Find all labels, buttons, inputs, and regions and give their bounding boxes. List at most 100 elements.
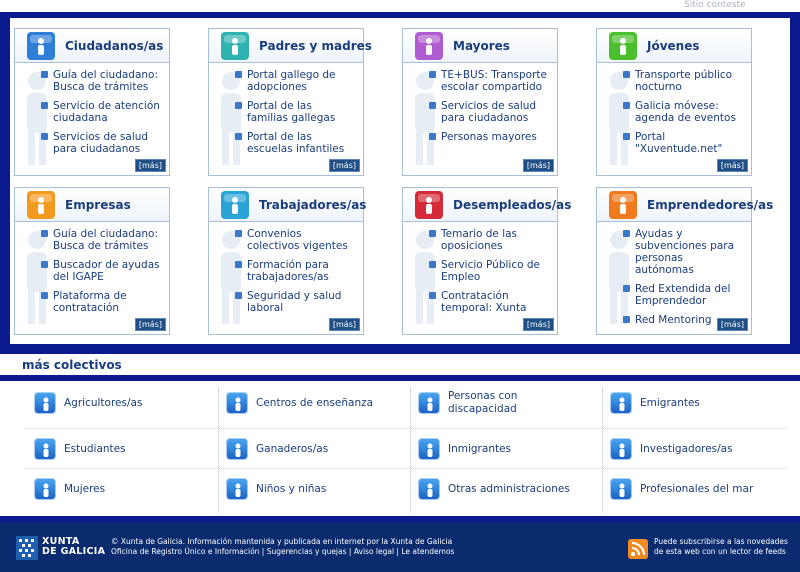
researcher-icon [610, 438, 632, 460]
collective-link[interactable]: Personas con discapacidad [418, 388, 598, 424]
card-link[interactable]: Buscador de ayudas del IGAPE [41, 259, 161, 283]
more-button[interactable]: [más] [716, 318, 748, 331]
card-link[interactable]: Personas mayores [429, 131, 549, 143]
card-title[interactable]: Jóvenes [647, 39, 700, 53]
card-title[interactable]: Desempleados/as [453, 198, 571, 212]
card-title[interactable]: Mayores [453, 39, 510, 53]
unemployed-icon[interactable] [415, 191, 443, 219]
card-link-label: Formación para trabajadores/as [247, 259, 329, 283]
card-title[interactable]: Empresas [65, 198, 131, 212]
more-button[interactable]: [más] [328, 159, 360, 172]
collective-label: Ganaderos/as [256, 443, 329, 455]
collective-link[interactable]: Estudiantes [34, 434, 214, 470]
card-title[interactable]: Emprendedores/as [647, 198, 773, 212]
accessibility-icon [418, 392, 440, 414]
more-button[interactable]: [más] [134, 159, 166, 172]
footer: XUNTA DE GALICIA © Xunta de Galicia. Inf… [0, 522, 800, 572]
card-link[interactable]: Red Extendida del Emprendedor [623, 283, 743, 307]
card-link[interactable]: Plataforma de contratación [41, 290, 161, 314]
collective-link[interactable]: Inmigrantes [418, 434, 598, 470]
card-link-label: Servicio Público de Empleo [441, 259, 540, 283]
collective-link[interactable]: Centros de enseñanza [226, 388, 406, 424]
bullet-icon [623, 71, 630, 78]
card-link[interactable]: Transporte público nocturno [623, 69, 743, 93]
card-link[interactable]: TE+BUS: Transporte escolar compartido [429, 69, 549, 93]
collective-label: Centros de enseñanza [256, 397, 374, 409]
more-button[interactable]: [más] [716, 159, 748, 172]
card-links: Guía del ciudadano: Busca de trámites Ser… [41, 69, 161, 162]
card-links: Portal gallego de adopciones Portal de la… [235, 69, 355, 162]
card-link[interactable]: Contratación temporal: Xunta [429, 290, 549, 314]
collective-link[interactable]: Ganaderos/as [226, 434, 406, 470]
rss-subscribe-text[interactable]: Puede subscribirse a las novedades de es… [654, 537, 788, 556]
collective-link[interactable]: Mujeres [34, 474, 214, 510]
card-title[interactable]: Ciudadanos/as [65, 39, 163, 53]
school-icon [226, 392, 248, 414]
elderly-icon[interactable] [415, 32, 443, 60]
card-ciudadanos: Ciudadanos/as Guía del ciudadano: Busca d… [14, 28, 170, 176]
card-link[interactable]: Guía del ciudadano: Busca de trámites [41, 69, 161, 93]
rss-icon[interactable] [628, 539, 648, 559]
card-link[interactable]: Portal gallego de adopciones [235, 69, 355, 93]
card-link-label: Contratación temporal: Xunta [441, 290, 527, 314]
card-link[interactable]: Convenios colectivos vigentes [235, 228, 355, 252]
more-button[interactable]: [más] [134, 318, 166, 331]
business-icon[interactable] [27, 191, 55, 219]
footer-links[interactable]: Oficina de Registro Único e Información … [111, 547, 454, 557]
bullet-icon [623, 230, 630, 237]
card-link[interactable]: Portal "Xuventude.net" [623, 131, 743, 155]
search-hint: Sitio conteste [684, 0, 746, 10]
card-link[interactable]: Galicia móvese: agenda de eventos [623, 100, 743, 124]
card-link-label: Portal de las familias gallegas [247, 100, 336, 124]
bullet-icon [235, 102, 242, 109]
card-link[interactable]: Servicio de atención ciudadana [41, 100, 161, 124]
card-links: TE+BUS: Transporte escolar compartido Ser… [429, 69, 549, 150]
collective-link[interactable]: Otras administraciones [418, 474, 598, 510]
collective-link[interactable]: Emigrantes [610, 388, 790, 424]
collective-label: Niños y niñas [256, 483, 327, 495]
bullet-icon [235, 292, 242, 299]
entrepreneurs-icon[interactable] [609, 191, 637, 219]
bullet-icon [41, 261, 48, 268]
collective-link[interactable]: Agricultores/as [34, 388, 214, 424]
more-button[interactable]: [más] [328, 318, 360, 331]
card-link[interactable]: Formación para trabajadores/as [235, 259, 355, 283]
youth-icon[interactable] [609, 32, 637, 60]
card-link-label: Portal "Xuventude.net" [635, 131, 723, 155]
more-button[interactable]: [más] [522, 159, 554, 172]
card-link-label: Transporte público nocturno [635, 69, 733, 93]
collective-link[interactable]: Niños y niñas [226, 474, 406, 510]
collectives-frame [0, 375, 800, 381]
card-link[interactable]: Servicios de salud para ciudadanos [429, 100, 549, 124]
card-link[interactable]: Ayudas y subvenciones para personas autó… [623, 228, 743, 276]
bullet-icon [429, 102, 436, 109]
column-divider [218, 388, 219, 514]
collectives-grid: Agricultores/as Centros de enseñanza Perso… [12, 384, 788, 516]
card-links: Temario de las oposiciones Servicio Públi… [429, 228, 549, 321]
card-link[interactable]: Portal de las familias gallegas [235, 100, 355, 124]
globe-icon [610, 392, 632, 414]
card-link[interactable]: Temario de las oposiciones [429, 228, 549, 252]
card-links: Transporte público nocturno Galicia móves… [623, 69, 743, 162]
citizens-icon[interactable] [27, 32, 55, 60]
collective-link[interactable]: Profesionales del mar [610, 474, 790, 510]
bullet-icon [429, 133, 436, 140]
card-title[interactable]: Trabajadores/as [259, 198, 366, 212]
card-link[interactable]: Seguridad y salud laboral [235, 290, 355, 314]
card-link[interactable]: Servicios de salud para ciudadanos [41, 131, 161, 155]
more-button[interactable]: [más] [522, 318, 554, 331]
card-link-label: Guía del ciudadano: Busca de trámites [53, 69, 159, 93]
workers-icon[interactable] [221, 191, 249, 219]
bullet-icon [41, 71, 48, 78]
collective-label: Personas con discapacidad [448, 390, 518, 415]
card-link[interactable]: Portal de las escuelas infantiles [235, 131, 355, 155]
collective-link[interactable]: Investigadores/as [610, 434, 790, 470]
card-link[interactable]: Guía del ciudadano: Busca de trámites [41, 228, 161, 252]
parents-icon[interactable] [221, 32, 249, 60]
collective-label: Mujeres [64, 483, 106, 495]
card-link-label: TE+BUS: Transporte escolar compartido [441, 69, 548, 93]
card-link-label: Buscador de ayudas del IGAPE [53, 259, 160, 283]
card-title[interactable]: Padres y madres [259, 39, 372, 53]
card-links: Guía del ciudadano: Busca de trámites Bus… [41, 228, 161, 321]
card-link[interactable]: Servicio Público de Empleo [429, 259, 549, 283]
